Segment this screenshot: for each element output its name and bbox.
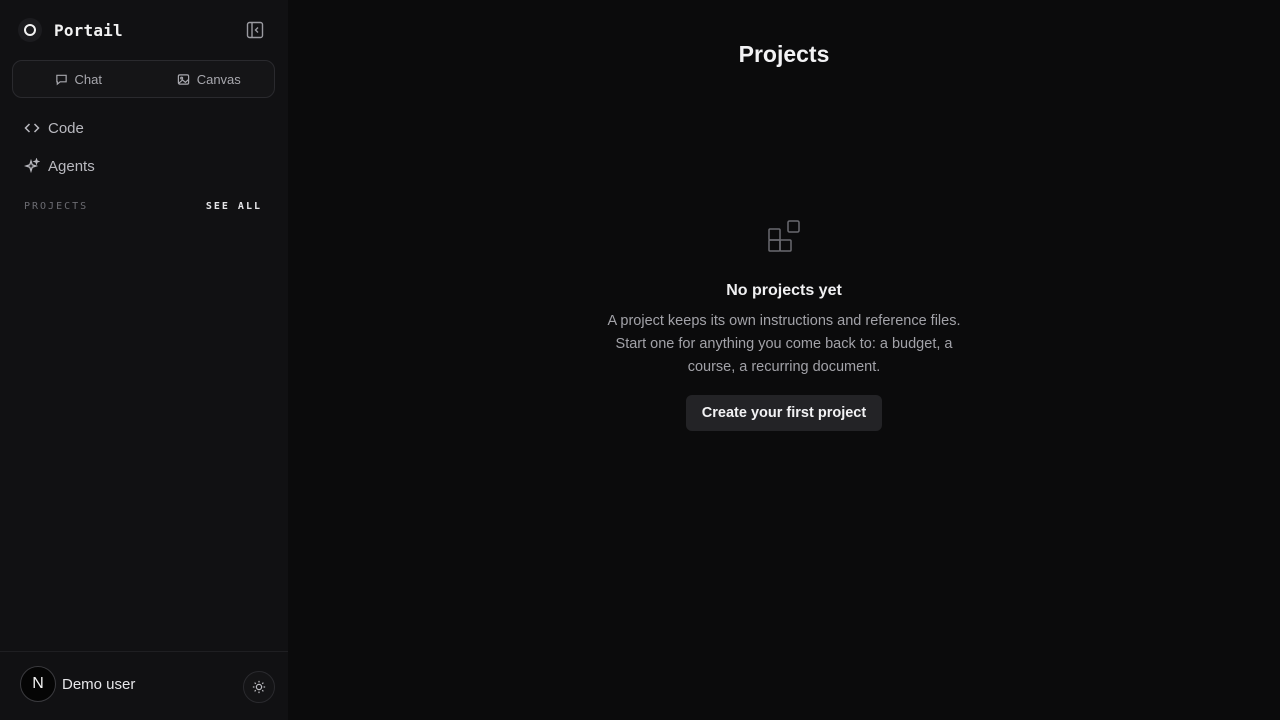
sun-icon xyxy=(252,680,266,694)
brand[interactable]: Portail xyxy=(18,17,123,43)
app-root: Portail Chat Canvas Code Agents PROJECTS… xyxy=(0,0,1280,720)
tab-chat-label: Chat xyxy=(74,71,102,87)
sidebar-item-code-label: Code xyxy=(48,119,84,137)
tab-chat[interactable]: Chat xyxy=(13,61,144,97)
empty-state-title: No projects yet xyxy=(726,282,842,299)
theme-toggle-button[interactable] xyxy=(243,671,275,703)
sidebar: Portail Chat Canvas Code Agents PROJECTS… xyxy=(0,0,288,720)
projects-section-label: PROJECTS xyxy=(24,201,89,212)
main-content: Projects No projects yet A project keeps… xyxy=(288,0,1280,720)
see-all-projects-link[interactable]: SEE ALL xyxy=(206,201,262,212)
empty-state: No projects yet A project keeps its own … xyxy=(288,218,1280,431)
user-menu[interactable]: N Demo user xyxy=(20,666,135,702)
sidebar-footer: N Demo user xyxy=(0,651,288,720)
code-brackets-icon xyxy=(24,123,40,133)
collapse-sidebar-button[interactable] xyxy=(243,18,267,42)
mode-switch: Chat Canvas xyxy=(12,60,275,98)
create-first-project-button[interactable]: Create your first project xyxy=(685,395,883,431)
page-title: Projects xyxy=(738,41,830,67)
image-icon xyxy=(177,73,189,85)
sidebar-collapse-icon xyxy=(246,21,264,39)
grid-blocks-icon xyxy=(768,220,800,252)
user-name: Demo user xyxy=(62,675,136,693)
sidebar-item-agents[interactable]: Agents xyxy=(24,154,95,178)
projects-section-header: PROJECTS SEE ALL xyxy=(24,201,262,212)
sparkles-icon xyxy=(24,158,40,174)
tab-canvas[interactable]: Canvas xyxy=(144,61,275,97)
empty-state-description: A project keeps its own instructions and… xyxy=(607,313,961,375)
portail-logo-icon xyxy=(18,18,42,42)
sidebar-item-agents-label: Agents xyxy=(48,157,95,175)
chat-bubble-icon xyxy=(55,74,67,85)
avatar: N xyxy=(20,666,56,702)
tab-canvas-label: Canvas xyxy=(196,71,241,87)
sidebar-item-code[interactable]: Code xyxy=(24,116,84,140)
app-name: Portail xyxy=(54,20,123,40)
